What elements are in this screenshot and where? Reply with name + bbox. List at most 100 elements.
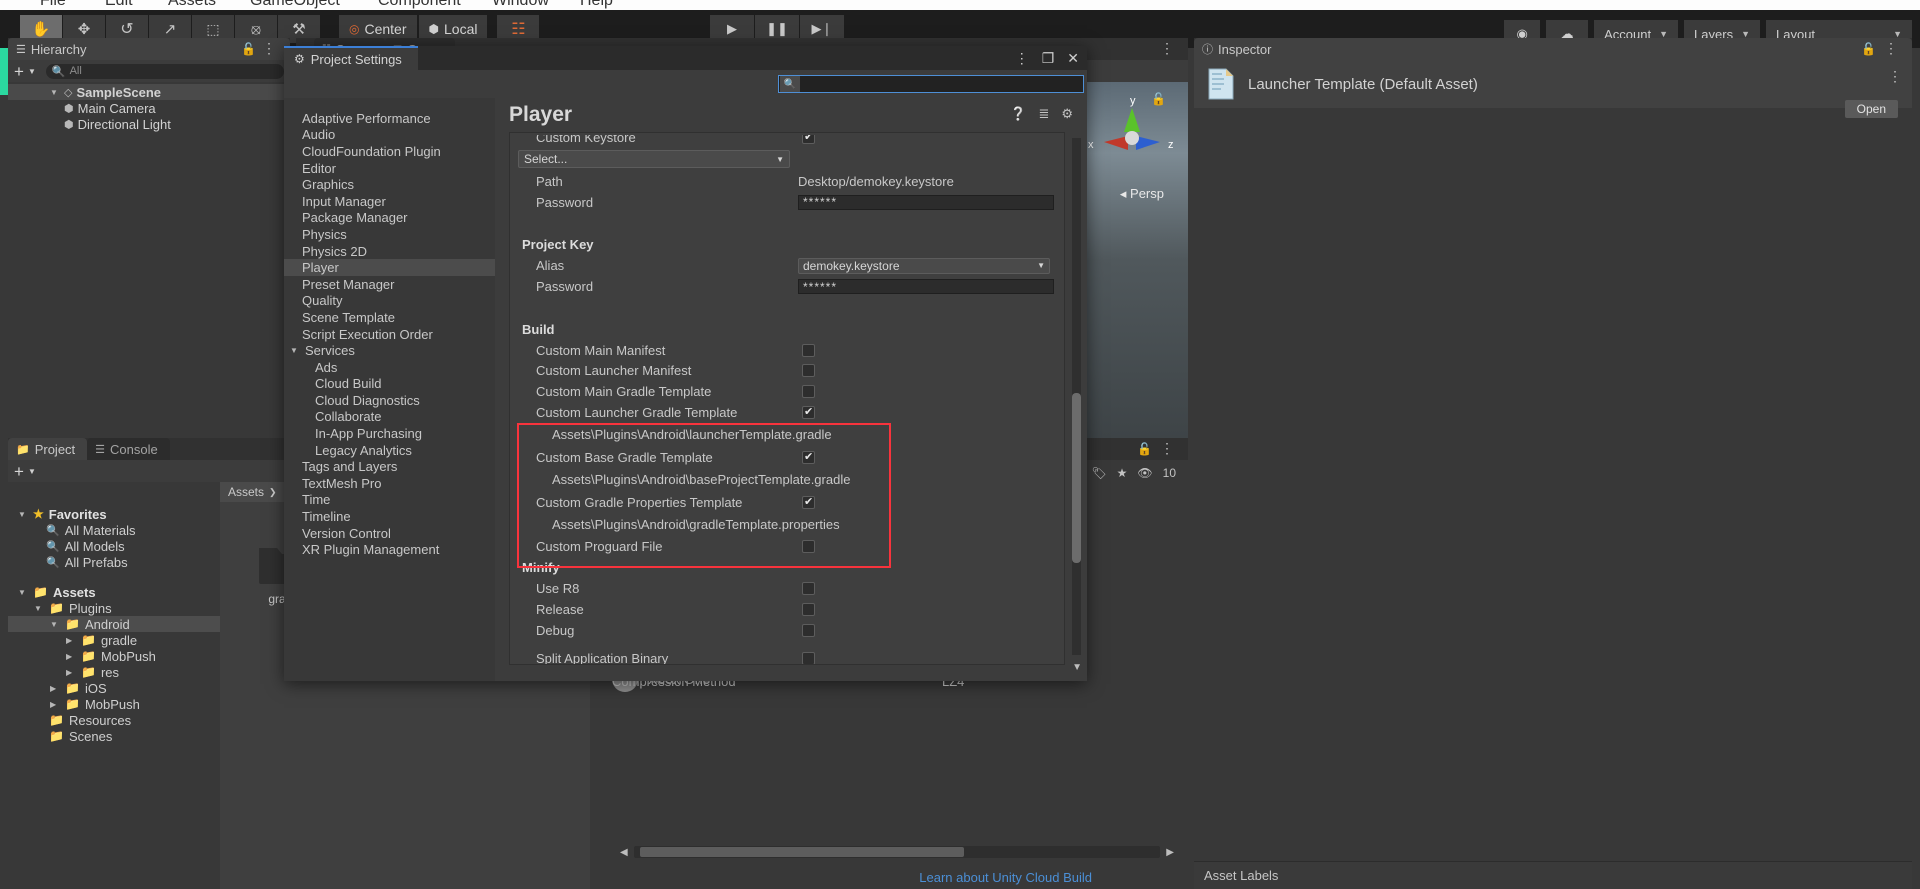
menu-item-component[interactable]: Component [378, 0, 461, 10]
maximize-icon[interactable]: ❐ [1042, 50, 1055, 67]
sidebar-item-physics[interactable]: Physics [284, 226, 495, 243]
chevron-right-icon[interactable]: ▶ [50, 700, 60, 709]
hierarchy-item-main-camera[interactable]: ⬢ Main Camera [8, 100, 290, 116]
kebab-menu-icon[interactable]: ⋮ [1160, 40, 1174, 57]
sidebar-item-ads[interactable]: Ads [284, 359, 495, 376]
horizontal-scrollbar[interactable]: ◀ ▶ [620, 845, 1174, 859]
open-asset-button[interactable]: Open [1844, 100, 1898, 118]
tab-project-settings[interactable]: ⚙ Project Settings [284, 46, 418, 70]
project-tree-item-res[interactable]: ▶ 📁 res [8, 664, 220, 680]
settings-vertical-scrollbar[interactable] [1072, 138, 1081, 655]
key-password-input[interactable]: ****** [798, 279, 1054, 295]
scene-projection-label[interactable]: ◂ Persp [1120, 186, 1164, 202]
sidebar-item-cloud-diagnostics[interactable]: Cloud Diagnostics [284, 392, 495, 409]
sidebar-item-cloud-build[interactable]: Cloud Build [284, 376, 495, 393]
lock-icon[interactable]: 🔓 [1137, 442, 1152, 456]
project-tree-item-favorites[interactable]: ▼ ★ Favorites [8, 506, 220, 522]
form-row-custom-proguard-file[interactable]: Custom Proguard File [510, 537, 1064, 558]
hierarchy-item-samplescene[interactable]: ▼ ◇ SampleScene [8, 84, 290, 100]
chevron-down-icon[interactable]: ▼ [50, 88, 60, 97]
sidebar-item-scene-template[interactable]: Scene Template [284, 309, 495, 326]
kebab-menu-icon[interactable]: ⋮ [1884, 40, 1898, 57]
lock-icon[interactable]: 🔓 [241, 42, 256, 56]
project-tree-item-resources[interactable]: 📁 Resources [8, 712, 220, 728]
breadcrumb-segment[interactable]: Assets [228, 485, 264, 499]
chevron-down-icon[interactable]: ▼ [28, 467, 36, 476]
kebab-menu-icon[interactable]: ⋮ [1015, 50, 1029, 67]
custom-main-manifest-checkbox[interactable] [802, 343, 815, 357]
release-checkbox[interactable] [802, 602, 815, 616]
hierarchy-item-directional-light[interactable]: ⬢ Directional Light [8, 116, 290, 132]
project-tree-item-assets[interactable]: ▼ 📁 Assets [8, 584, 220, 600]
help-icon[interactable]: ❔ [1010, 106, 1026, 122]
custom-proguard-file-checkbox[interactable] [802, 540, 815, 554]
form-row-custom-gradle-properties-template[interactable]: Custom Gradle Properties Template [510, 492, 1064, 513]
chevron-down-icon[interactable]: ▼ [34, 604, 44, 613]
menu-item-help[interactable]: Help [580, 0, 613, 10]
custom-gradle-properties-template-checkbox[interactable] [802, 495, 815, 509]
tab-project[interactable]: 📁 Project [8, 438, 88, 460]
sidebar-item-timeline[interactable]: Timeline [284, 508, 495, 525]
custom-base-gradle-template-checkbox[interactable] [802, 450, 815, 464]
add-gameobject-button[interactable]: + [14, 63, 24, 80]
scrollbar-track[interactable] [633, 846, 1161, 858]
chevron-right-icon[interactable]: ▶ [66, 668, 76, 677]
sidebar-item-xr-plugin-management[interactable]: XR Plugin Management [284, 541, 495, 558]
lock-icon[interactable]: 🔓 [1861, 42, 1876, 56]
close-icon[interactable]: ✕ [1067, 50, 1079, 67]
form-row-custom-launcher-manifest[interactable]: Custom Launcher Manifest [510, 361, 1064, 382]
form-row-split-application-binary[interactable]: Split Application Binary [510, 649, 1064, 664]
chevron-right-icon[interactable]: ▶ [66, 636, 76, 645]
scroll-right-icon[interactable]: ▶ [1166, 847, 1174, 858]
inspector-kebab-icon[interactable]: ⋮ [1888, 68, 1902, 85]
form-row-key-password[interactable]: Password ****** [510, 276, 1064, 297]
menu-item-gameobject[interactable]: GameObject [250, 0, 340, 10]
project-tree-item-all-materials[interactable]: 🔍 All Materials [8, 522, 220, 538]
tab-console[interactable]: ☰ Console [87, 438, 170, 460]
form-row-custom-base-gradle-template[interactable]: Custom Base Gradle Template [510, 447, 1064, 468]
scroll-down-icon[interactable]: ▼ [1072, 662, 1082, 673]
sidebar-item-physics-2d[interactable]: Physics 2D [284, 243, 495, 260]
chevron-down-icon[interactable]: ▼ [50, 620, 60, 629]
sidebar-item-in-app-purchasing[interactable]: In-App Purchasing [284, 425, 495, 442]
sidebar-item-version-control[interactable]: Version Control [284, 525, 495, 542]
debug-checkbox[interactable] [802, 623, 815, 637]
split-application-binary-checkbox[interactable] [802, 652, 815, 664]
sidebar-item-package-manager[interactable]: Package Manager [284, 210, 495, 227]
chevron-down-icon[interactable]: ▼ [28, 67, 36, 76]
menu-item-file[interactable]: File [40, 0, 66, 10]
keystore-select-dropdown[interactable]: Select... ▼ [518, 150, 790, 168]
asset-labels-section[interactable]: Asset Labels [1194, 861, 1912, 889]
chevron-right-icon[interactable]: ▶ [66, 652, 76, 661]
sidebar-item-time[interactable]: Time [284, 492, 495, 509]
menu-item-edit[interactable]: Edit [105, 0, 133, 10]
form-row-custom-launcher-gradle-template[interactable]: Custom Launcher Gradle Template [510, 402, 1064, 423]
project-tree-item-plugins[interactable]: ▼ 📁 Plugins [8, 600, 220, 616]
tag-icon[interactable]: 🏷 [1091, 466, 1106, 480]
scene-lock-icon[interactable]: 🔓 [1151, 92, 1166, 106]
sidebar-item-textmesh-pro[interactable]: TextMesh Pro [284, 475, 495, 492]
sidebar-item-preset-manager[interactable]: Preset Manager [284, 276, 495, 293]
scrollbar-thumb[interactable] [639, 847, 964, 857]
form-row-custom-keystore[interactable]: Custom Keystore [510, 135, 1064, 147]
form-row-release[interactable]: Release [510, 599, 1064, 620]
form-row-alias[interactable]: Alias demokey.keystore ▼ [510, 255, 1064, 276]
custom-launcher-gradle-template-checkbox[interactable] [802, 405, 815, 420]
sidebar-item-adaptive-performance[interactable]: Adaptive Performance [284, 110, 495, 127]
form-row-keystore-select[interactable]: Select... ▼ [510, 147, 1064, 171]
project-tree-item-all-models[interactable]: 🔍 All Models [8, 538, 220, 554]
custom-main-gradle-template-checkbox[interactable] [802, 385, 815, 399]
learn-cloud-build-link[interactable]: Learn about Unity Cloud Build [919, 870, 1092, 885]
favorite-star-icon[interactable]: ★ [1117, 466, 1128, 480]
use-r8-checkbox[interactable] [802, 582, 815, 596]
project-tree-item-mobpush[interactable]: ▶ 📁 MobPush [8, 696, 220, 712]
form-row-custom-main-manifest[interactable]: Custom Main Manifest [510, 340, 1064, 361]
project-tree-item-android[interactable]: ▼ 📁 Android [8, 616, 220, 632]
create-asset-button[interactable]: + [14, 463, 24, 480]
scroll-left-icon[interactable]: ◀ [620, 847, 628, 858]
chevron-down-icon[interactable]: ▼ [18, 510, 28, 519]
sidebar-item-script-execution-order[interactable]: Script Execution Order [284, 326, 495, 343]
scrollbar-thumb[interactable] [1072, 393, 1081, 563]
project-tree-item-scenes[interactable]: 📁 Scenes [8, 728, 220, 744]
sidebar-item-quality[interactable]: Quality [284, 293, 495, 310]
